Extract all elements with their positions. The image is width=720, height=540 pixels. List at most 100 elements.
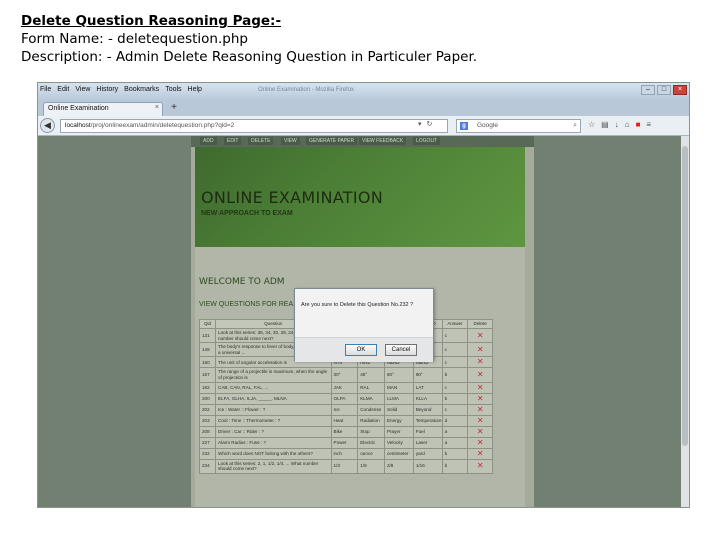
download-icon[interactable]: ↓ (615, 120, 619, 129)
search-icon[interactable]: ⌕ (573, 120, 577, 132)
dialog-message: Are you sure to Delete this Question No.… (301, 302, 414, 308)
column-header: Qid (198, 319, 217, 329)
table-row: 227 Alarm Radius : Fuse : ? Power Electric V… (198, 436, 493, 449)
search-placeholder: Google (477, 122, 498, 129)
nav-delete[interactable]: DELETE (248, 137, 274, 145)
menu-help[interactable]: Help (188, 86, 202, 93)
vertical-scrollbar[interactable] (681, 136, 689, 507)
nav-edit[interactable]: EDIT (224, 137, 242, 145)
table-cell: c (441, 403, 469, 416)
back-button[interactable]: ◀ (40, 118, 55, 133)
table-cell: 90° (412, 367, 443, 383)
table-cell: Heat (330, 414, 359, 427)
cancel-button[interactable]: Cancel (385, 344, 417, 356)
bookmarks-icon[interactable]: ▤ (601, 120, 609, 129)
table-cell: 200 (198, 392, 217, 405)
delete-icon[interactable]: ✕ (467, 342, 493, 358)
table-cell: OLPA (330, 392, 359, 405)
table-cell: 2/8 (383, 458, 414, 474)
delete-icon[interactable]: ✕ (467, 356, 493, 369)
confirm-dialog: Are you sure to Delete this Question No.… (294, 288, 434, 362)
nav-view[interactable]: VIEW (281, 137, 300, 145)
table-cell: Temperature (412, 414, 443, 427)
table-cell: Velocity (383, 436, 414, 449)
delete-icon[interactable]: ✕ (467, 458, 493, 474)
menu-file[interactable]: File (40, 86, 51, 93)
delete-icon[interactable]: ✕ (467, 327, 493, 344)
table-cell: 234 (198, 458, 217, 474)
delete-icon[interactable]: ✕ (467, 367, 493, 383)
url-actions: ▾ ↻ (418, 120, 432, 128)
menu-edit[interactable]: Edit (57, 86, 69, 93)
table-cell: c (441, 327, 469, 344)
scrollbar-thumb[interactable] (682, 146, 688, 446)
table-cell: a (441, 436, 469, 449)
nav-logout[interactable]: LOGOUT (413, 137, 441, 145)
nav-add[interactable]: ADD (200, 137, 217, 145)
table-cell: d (441, 414, 469, 427)
table-cell: c (441, 342, 469, 358)
table-row: 182 CAB, CAN, RAL, FAL, ... JAK RAL MAN LAT c ✕ (198, 381, 493, 394)
delete-icon[interactable]: ✕ (467, 425, 493, 438)
column-header: Delete (467, 319, 493, 329)
table-cell: LLMA (383, 392, 414, 405)
menu-view[interactable]: View (75, 86, 90, 93)
table-cell: Look at this series: 2, 1, 1/2, 1/4, ...… (215, 458, 332, 474)
table-cell: yard (412, 447, 443, 460)
table-cell: 149 (198, 342, 217, 358)
table-cell: Prayer (383, 425, 414, 438)
table-cell: Condense (357, 403, 385, 416)
nav-view-feedback[interactable]: VIEW FEEDBACK (359, 137, 407, 145)
caption-form-name: Form Name: - deletequestion.php (21, 31, 248, 47)
table-cell: Bike (330, 425, 359, 438)
home-icon[interactable]: ⌂ (625, 120, 630, 129)
navigation-bar: ◀ localhost/proj/onlineexam/admin/delete… (38, 116, 689, 136)
table-cell: 45° (357, 367, 385, 383)
caption-description: Description: - Admin Delete Reasoning Qu… (21, 49, 478, 65)
menu-bookmarks[interactable]: Bookmarks (124, 86, 159, 93)
ok-button[interactable]: OK (345, 344, 377, 356)
site-subtitle: NEW APPROACH TO EXAM (201, 210, 293, 217)
nav-generate-paper[interactable]: GENERATE PAPER (306, 137, 358, 145)
minimize-button[interactable]: – (641, 85, 655, 95)
table-cell: ELFA, GLHA, ILJA, _____, MLNA (215, 392, 332, 405)
window-close-button[interactable]: × (673, 85, 687, 95)
browser-window: File Edit View History Bookmarks Tools H… (37, 82, 690, 508)
slide-caption: Delete Question Reasoning Page:- Form Na… (21, 12, 711, 66)
table-cell: inch (330, 447, 359, 460)
window-title: Online Examination - Mozilla Firefox (258, 87, 355, 93)
new-tab-button[interactable]: + (168, 103, 180, 114)
table-cell: 1/16 (412, 458, 443, 474)
table-cell: 202 (198, 403, 217, 416)
search-input[interactable]: g Google ⌕ (456, 119, 581, 133)
reload-icon[interactable]: ↻ (427, 120, 433, 128)
bookmark-star-icon[interactable]: ☆ (588, 120, 595, 129)
table-cell: Energy (383, 414, 414, 427)
menu-history[interactable]: History (96, 86, 118, 93)
addon-icon[interactable]: ■ (636, 120, 641, 129)
tab-online-examination[interactable]: Online Examination × (43, 102, 163, 116)
menu-icon[interactable]: ≡ (646, 120, 651, 129)
url-bar[interactable]: localhost/proj/onlineexam/admin/deletequ… (60, 119, 448, 133)
delete-icon[interactable]: ✕ (467, 447, 493, 460)
menu-bar: File Edit View History Bookmarks Tools H… (40, 86, 202, 93)
delete-icon[interactable]: ✕ (467, 392, 493, 405)
maximize-button[interactable]: □ (657, 85, 671, 95)
table-cell: 232 (198, 447, 217, 460)
table-cell: MAN (383, 381, 414, 394)
delete-icon[interactable]: ✕ (467, 381, 493, 394)
delete-icon[interactable]: ✕ (467, 414, 493, 427)
site-title: ONLINE EXAMINATION (201, 188, 384, 207)
table-cell: Beyond (412, 403, 443, 416)
tab-title: Online Examination (48, 105, 109, 112)
delete-icon[interactable]: ✕ (467, 436, 493, 449)
delete-icon[interactable]: ✕ (467, 403, 493, 416)
window-controls: – □ × (641, 85, 687, 95)
google-icon: g (460, 122, 468, 130)
table-cell: Ice : Water :: Flower : ? (215, 403, 332, 416)
table-cell: 203 (198, 414, 217, 427)
tab-close-icon[interactable]: × (155, 104, 159, 111)
menu-tools[interactable]: Tools (165, 86, 181, 93)
dropdown-arrow-icon[interactable]: ▾ (418, 120, 422, 128)
view-questions-heading: VIEW QUESTIONS FOR REA (199, 301, 294, 308)
